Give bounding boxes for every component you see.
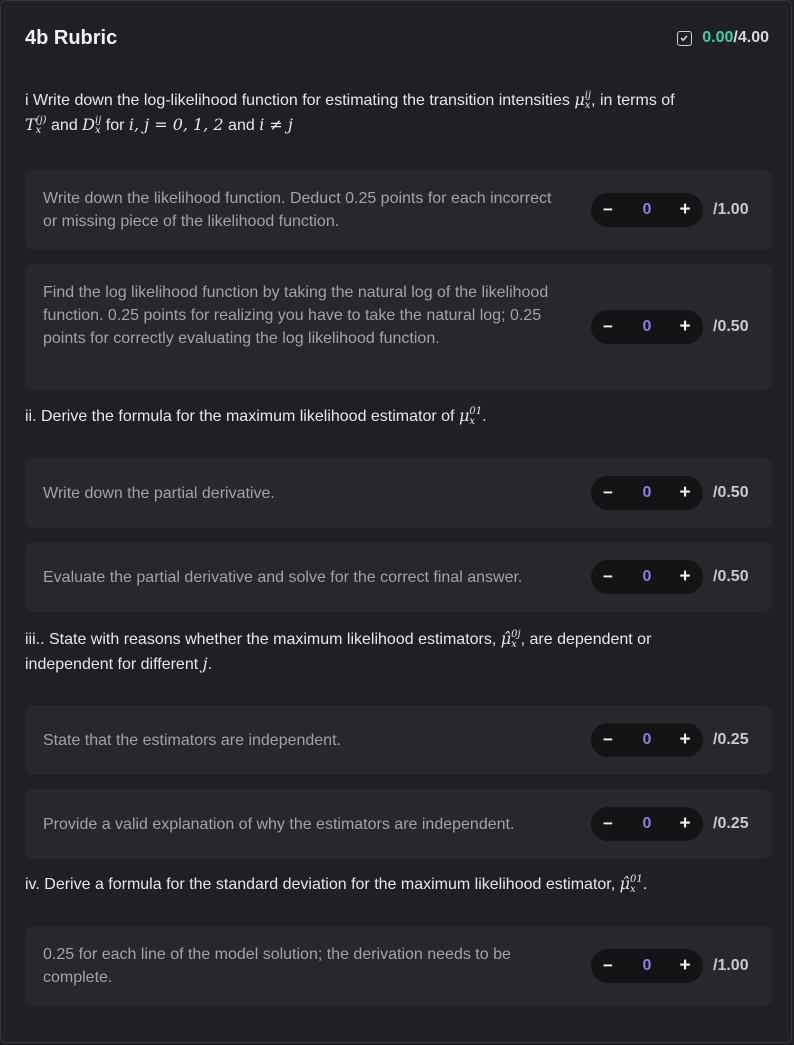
criterion-card: State that the estimators are independen… — [25, 705, 772, 775]
question-iv: iv. Derive a formula for the standard de… — [25, 873, 648, 895]
score-input[interactable]: 0 — [637, 723, 657, 757]
criterion-text: Write down the partial derivative. — [43, 485, 275, 502]
score-input[interactable]: 0 — [637, 560, 657, 594]
total-score: 0.00 /4.00 — [677, 29, 769, 47]
max-points: /0.25 — [713, 815, 749, 832]
max-points: /0.50 — [713, 318, 749, 335]
score-stepper: − 0 + — [591, 949, 703, 983]
math-expression: j — [202, 654, 208, 673]
rubric-header: 4b Rubric 0.00 /4.00 — [25, 27, 769, 53]
criterion-text: 0.25 for each line of the model solution… — [43, 946, 511, 986]
max-points: /1.00 — [713, 201, 749, 218]
increment-button[interactable]: + — [675, 723, 695, 757]
math-expression: μ 01 x — [458, 405, 483, 427]
score-max: /4.00 — [733, 29, 769, 46]
decrement-button[interactable]: − — [599, 560, 617, 594]
increment-button[interactable]: + — [675, 193, 695, 227]
decrement-button[interactable]: − — [599, 723, 617, 757]
score-input[interactable]: 0 — [637, 476, 657, 510]
criterion-card: Find the log likelihood function by taki… — [25, 264, 772, 390]
score-input[interactable]: 0 — [637, 807, 657, 841]
increment-button[interactable]: + — [675, 560, 695, 594]
increment-button[interactable]: + — [675, 476, 695, 510]
criterion-text: Evaluate the partial derivative and solv… — [43, 569, 523, 586]
score-input[interactable]: 0 — [637, 193, 657, 227]
math-expression: i, j = 0, 1, 2 — [128, 115, 224, 134]
math-expression: μ ij x — [574, 89, 592, 111]
score-stepper: − 0 + — [591, 193, 703, 227]
math-expression: Dij x — [82, 114, 102, 136]
criterion-card: Write down the partial derivative. − 0 +… — [25, 458, 772, 528]
question-text: ii. Derive the formula for the maximum l… — [25, 408, 455, 425]
criterion-card: Evaluate the partial derivative and solv… — [25, 542, 772, 612]
question-ii: ii. Derive the formula for the maximum l… — [25, 405, 487, 427]
decrement-button[interactable]: − — [599, 476, 617, 510]
score-stepper: − 0 + — [591, 560, 703, 594]
max-points: /0.25 — [713, 731, 749, 748]
decrement-button[interactable]: − — [599, 807, 617, 841]
score-stepper: − 0 + — [591, 723, 703, 757]
increment-button[interactable]: + — [675, 949, 695, 983]
score-value: 0.00 — [702, 29, 734, 46]
max-points: /0.50 — [713, 568, 749, 585]
math-expression: i ≠ j — [259, 115, 293, 134]
rubric-panel: 4b Rubric 0.00 /4.00 i Write down the lo… — [0, 0, 792, 1043]
question-i: i Write down the log-likelihood function… — [25, 89, 675, 136]
math-expression: μ̂ 01 x — [619, 873, 643, 895]
criterion-text: State that the estimators are independen… — [43, 732, 341, 749]
decrement-button[interactable]: − — [599, 193, 617, 227]
max-points: /0.50 — [713, 484, 749, 501]
increment-button[interactable]: + — [675, 310, 695, 344]
criterion-text: Write down the likelihood function. Dedu… — [43, 190, 552, 230]
criterion-text: Find the log likelihood function by taki… — [43, 284, 549, 347]
score-stepper: − 0 + — [591, 476, 703, 510]
criterion-text: Provide a valid explanation of why the e… — [43, 816, 515, 833]
question-text: iii.. State with reasons whether the max… — [25, 631, 497, 648]
score-input[interactable]: 0 — [637, 310, 657, 344]
rubric-title: 4b Rubric — [25, 27, 118, 49]
question-iii: iii.. State with reasons whether the max… — [25, 628, 652, 673]
math-expression: μ̂ 0j x — [500, 628, 521, 650]
max-points: /1.00 — [713, 957, 749, 974]
score-stepper: − 0 + — [591, 807, 703, 841]
question-text: iv. Derive a formula for the standard de… — [25, 876, 616, 893]
increment-button[interactable]: + — [675, 807, 695, 841]
criterion-card: Provide a valid explanation of why the e… — [25, 789, 772, 859]
question-text: i Write down the log-likelihood function… — [25, 92, 570, 109]
criterion-card: Write down the likelihood function. Dedu… — [25, 170, 772, 250]
criterion-card: 0.25 for each line of the model solution… — [25, 926, 772, 1006]
decrement-button[interactable]: − — [599, 949, 617, 983]
decrement-button[interactable]: − — [599, 310, 617, 344]
score-input[interactable]: 0 — [637, 949, 657, 983]
checkbox-icon[interactable] — [677, 30, 693, 46]
math-expression: T (j) x — [25, 114, 47, 136]
score-stepper: − 0 + — [591, 310, 703, 344]
